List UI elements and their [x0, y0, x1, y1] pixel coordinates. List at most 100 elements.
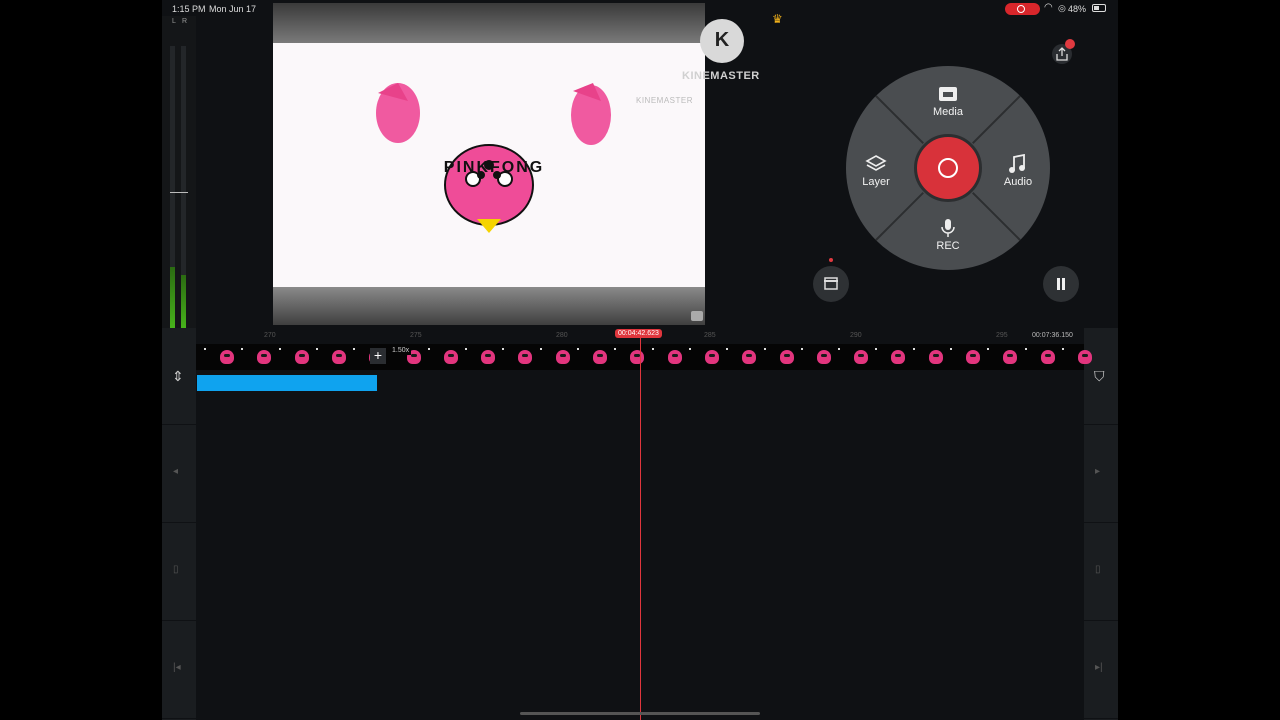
wifi-icon: ◠: [1044, 2, 1053, 13]
clip-thumbnail: [220, 350, 234, 364]
clip-marker: [539, 348, 542, 350]
meter-left-label: L: [172, 18, 176, 25]
asset-store-button[interactable]: [813, 258, 849, 302]
clip-marker: [427, 348, 430, 350]
meter-left-bar: [170, 46, 175, 340]
clip-marker: [577, 348, 579, 350]
bookmark-icon: ◂: [173, 466, 179, 477]
clip-marker: [614, 348, 617, 350]
clip-marker: [726, 348, 729, 350]
kinemaster-editor: 1:15 PM Mon Jun 17 ◠ ◎ 48% L R PINKFONG …: [162, 0, 1118, 720]
clip-marker: [241, 348, 244, 350]
clip-thumbnail: [742, 350, 757, 364]
timeline-right-toolbar: ⛉ ▸ ▯ ▸|: [1084, 328, 1118, 720]
clip-marker: [204, 348, 206, 350]
jump-to-end-button[interactable]: ▸|: [1084, 622, 1118, 719]
timeline-left-slot-2[interactable]: ◂: [162, 426, 196, 523]
clip-thumbnail: [630, 350, 645, 364]
home-indicator[interactable]: [520, 712, 760, 715]
clip-thumbnail: [891, 350, 906, 364]
status-time: 1:15 PM: [172, 4, 206, 14]
timeline[interactable]: ⇕ ◂ ▯ |◂ ⛉ ▸ ▯ ▸| 270 275 280 285 290 29…: [162, 328, 1118, 720]
clip-marker: [912, 348, 915, 350]
ruler-tick: 280: [556, 332, 568, 339]
music-note-icon: [1009, 154, 1025, 173]
media-label: Media: [933, 106, 963, 118]
ruler-tick: 275: [410, 332, 422, 339]
clip-thumbnail: [443, 350, 458, 364]
pause-button[interactable]: [1043, 266, 1079, 302]
ruler-tick: 290: [850, 332, 862, 339]
timeline-adjust-button[interactable]: ⇕: [162, 328, 196, 425]
kinemaster-watermark-text: KINEMASTER: [682, 70, 760, 82]
voice-rec-button[interactable]: REC: [918, 218, 978, 252]
jump-to-start-button[interactable]: |◂: [162, 622, 196, 719]
audio-clip[interactable]: [197, 375, 377, 391]
battery-icon: [1092, 4, 1106, 12]
clip-thumbnail: [481, 350, 496, 364]
meter-right-bar: [181, 46, 186, 340]
media-button[interactable]: Media: [918, 84, 978, 118]
capture-button[interactable]: [914, 134, 982, 202]
clip-marker: [315, 348, 318, 350]
microphone-icon: [941, 219, 955, 237]
bookmark-add-button[interactable]: ⛉: [1084, 328, 1118, 425]
clip-marker: [688, 348, 691, 350]
ruler-tick: 270: [264, 332, 276, 339]
media-wheel: Media Layer Audio REC: [846, 66, 1050, 270]
location-icon: ◎: [1058, 3, 1066, 13]
layer-button[interactable]: Layer: [846, 154, 906, 188]
layer-label: Layer: [862, 176, 890, 188]
clip-marker: [838, 348, 841, 350]
clip-thumbnail: [294, 350, 309, 364]
layer-icon: [865, 155, 887, 171]
ruler-tick: 295: [996, 332, 1008, 339]
export-share-button[interactable]: [1052, 39, 1075, 64]
trim-end-icon: ▯: [1095, 564, 1101, 575]
preview-bottom-band: [273, 287, 705, 325]
clip-marker: [800, 348, 803, 350]
clip-marker: [1061, 348, 1064, 350]
clip-marker: [950, 348, 952, 350]
preview-title-text: PINKFONG: [443, 159, 545, 176]
overlay-thumbnail-icon[interactable]: [691, 311, 703, 321]
notification-badge: [1065, 39, 1075, 49]
timeline-right-slot-3[interactable]: ▯: [1084, 524, 1118, 621]
clip-marker: [502, 348, 505, 350]
timeline-left-toolbar: ⇕ ◂ ▯ |◂: [162, 328, 196, 720]
clip-thumbnail: [667, 350, 682, 364]
clip-marker: [987, 348, 990, 350]
clip-marker: [651, 348, 654, 350]
clip-thumbnail: [928, 350, 943, 364]
capture-icon: [938, 158, 958, 178]
total-duration: 00:07:36.150: [1032, 332, 1073, 339]
store-new-dot: [829, 258, 833, 262]
clip-thumbnail: [593, 350, 607, 364]
playhead[interactable]: [640, 336, 641, 720]
bookmark-next-icon: ▸: [1095, 466, 1101, 477]
trim-start-icon: ▯: [173, 564, 179, 575]
timeline-right-slot-2[interactable]: ▸: [1084, 426, 1118, 523]
kinemaster-logo: K: [700, 19, 744, 63]
clip-thumbnail: [779, 350, 794, 364]
timeline-left-slot-3[interactable]: ▯: [162, 524, 196, 621]
clip-thumbnail: [1040, 350, 1055, 364]
skip-start-icon: |◂: [173, 662, 181, 673]
clip-marker: [465, 348, 468, 350]
screen-recording-indicator[interactable]: [1005, 3, 1040, 15]
premium-crown-icon[interactable]: ♛: [772, 12, 783, 26]
clip-thumbnail: [854, 350, 869, 364]
clip-marker: [875, 348, 878, 350]
track-height-icon: ⇕: [172, 368, 184, 384]
store-icon: [824, 277, 838, 290]
audio-button[interactable]: Audio: [988, 154, 1048, 188]
preview-watermark: KINEMASTER: [635, 96, 693, 105]
status-date: Mon Jun 17: [209, 4, 257, 14]
video-preview[interactable]: PINKFONG KINEMASTER: [273, 3, 705, 325]
clip-thumbnail: [816, 350, 831, 364]
meter-peak-mark: [170, 192, 188, 193]
pause-icon: [1057, 278, 1060, 290]
add-clip-button[interactable]: +: [370, 348, 386, 364]
clip-marker: [763, 348, 766, 350]
preview-top-band: [273, 3, 705, 43]
